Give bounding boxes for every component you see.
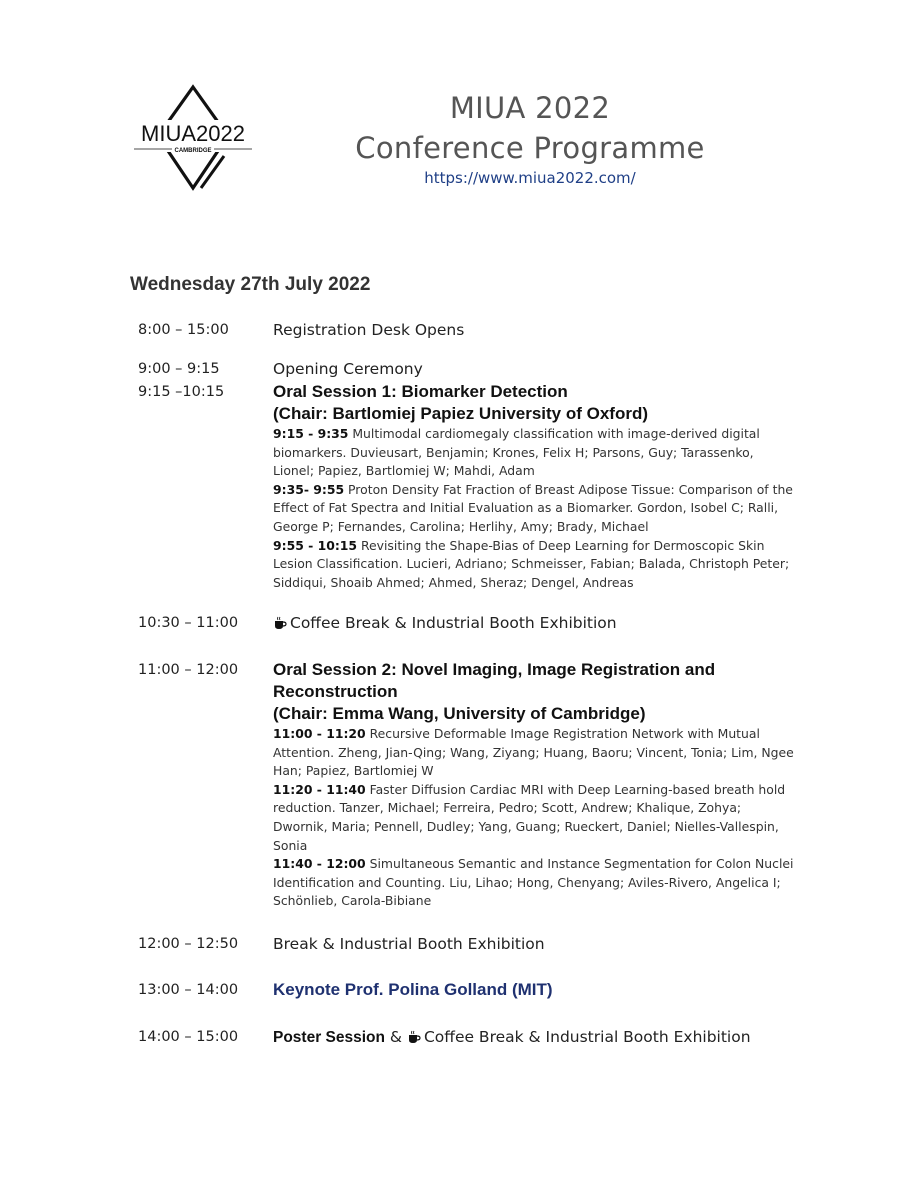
event-text: Opening Ceremony [273,360,423,378]
paper-entry: 11:00 - 11:20 Recursive Deformable Image… [273,726,794,779]
conference-url[interactable]: https://www.miua2022.com/ [300,168,760,188]
time-slot: 11:00 – 12:00 [138,662,239,678]
page-header: MIUA 2022 Conference Programme https://w… [300,88,760,188]
time-slot: 14:00 – 15:00 [138,1029,239,1045]
time-slot: 9:15 –10:15 [138,384,225,400]
paper-entry: 9:35- 9:55 Proton Density Fat Fraction o… [273,481,793,534]
poster-session-label: Poster Session [273,1029,385,1046]
logo-subtext: CAMBRIDGE [175,148,212,154]
coffee-cup-icon [408,1030,421,1043]
session-title: Oral Session 1: Biomarker Detection [273,382,568,401]
time-slot: 9:00 – 9:15 [138,361,220,377]
event-text: Registration Desk Opens [273,321,465,339]
time-slot: 10:30 – 11:00 [138,615,239,631]
session-chair: (Chair: Emma Wang, University of Cambrid… [273,704,646,723]
day-heading: Wednesday 27th July 2022 [130,274,371,295]
coffee-cup-icon [275,616,287,629]
event-text: Poster Session & Coffee Break & Industri… [273,1028,751,1046]
logo-text: MIUA2022 [141,121,245,146]
event-text: Break & Industrial Booth Exhibition [273,935,545,953]
conference-title: MIUA 2022 [449,91,611,125]
miua2022-logo: MIUA2022 CAMBRIDGE [128,84,258,191]
paper-entry: 9:15 - 9:35 Multimodal cardiomegaly clas… [273,426,760,479]
time-slot: 13:00 – 14:00 [138,982,239,998]
paper-entry: 11:40 - 12:00 Simultaneous Semantic and … [273,856,794,909]
session-chair: (Chair: Bartlomiej Papiez University of … [273,404,649,423]
time-slot: 12:00 – 12:50 [138,936,239,952]
paper-entry: 11:20 - 11:40 Faster Diffusion Cardiac M… [273,781,786,853]
paper-entry: 9:55 - 10:15 Revisiting the Shape-Bias o… [273,537,790,590]
event-text: Coffee Break & Industrial Booth Exhibiti… [273,612,793,634]
conference-subtitle: Conference Programme [355,131,705,165]
keynote-title: Keynote Prof. Polina Golland (MIT) [273,980,553,999]
time-slot: 8:00 – 15:00 [138,322,229,338]
session-title: Oral Session 2: Novel Imaging, Image Reg… [273,660,716,701]
